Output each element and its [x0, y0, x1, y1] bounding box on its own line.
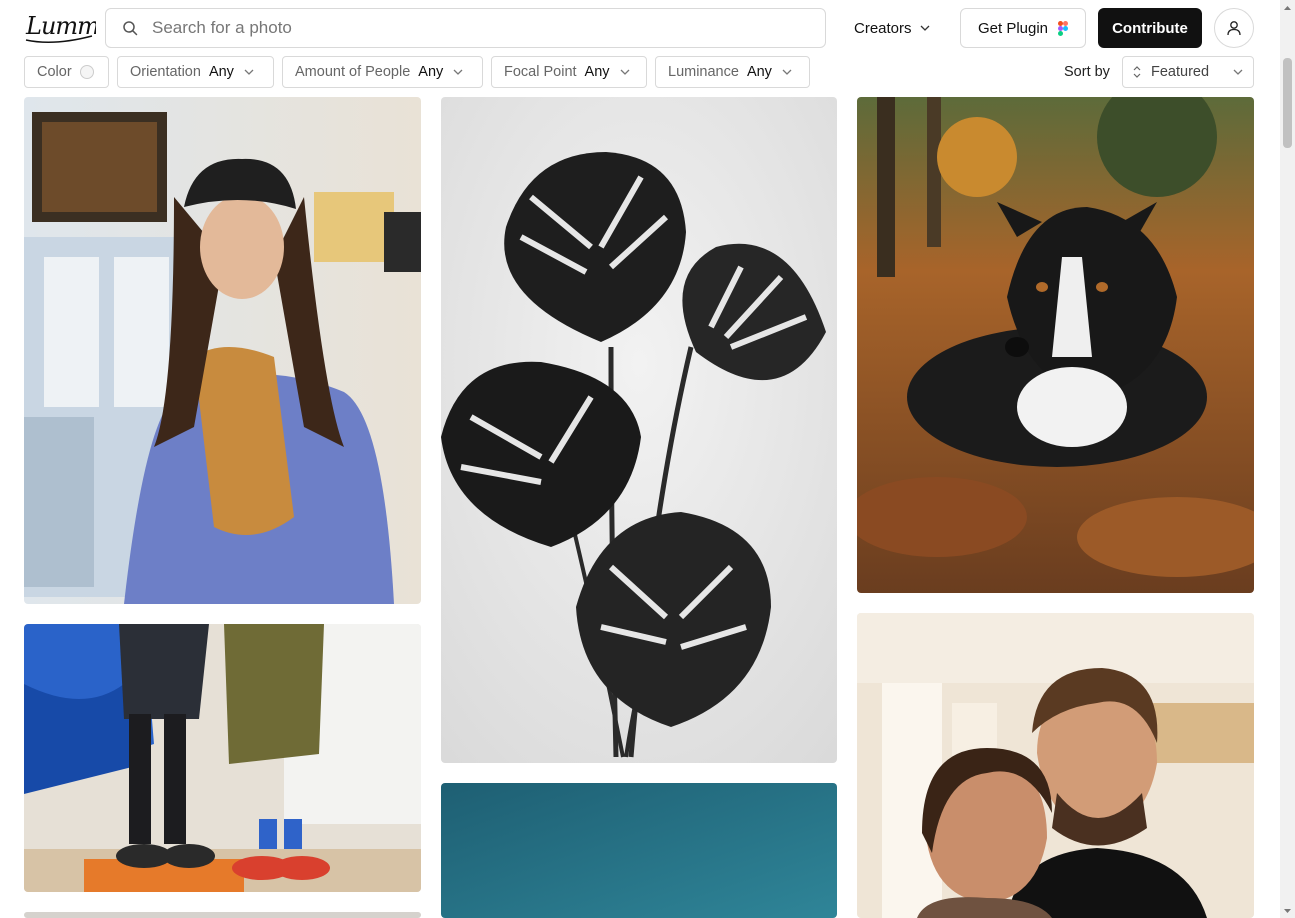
color-filter[interactable]: Color [24, 56, 109, 88]
sort-by-label: Sort by [1064, 64, 1110, 80]
chevron-down-icon [920, 25, 929, 31]
chevron-down-icon [782, 69, 792, 75]
figma-icon [1058, 20, 1069, 36]
luminance-filter-label: Luminance [668, 64, 739, 80]
svg-text:Lummi: Lummi [25, 12, 96, 40]
account-button[interactable] [1214, 8, 1254, 48]
contribute-label: Contribute [1112, 19, 1188, 37]
border-collie-autumn-photo[interactable] [857, 97, 1254, 593]
lummi-logo-wordmark: Lummi [25, 12, 96, 43]
amount-of-people-filter[interactable]: Amount of People Any [282, 56, 483, 88]
two-people-boots-image [24, 624, 421, 892]
border-collie-image [857, 97, 1254, 593]
chevron-down-icon [620, 69, 630, 75]
teal-gradient-photo[interactable] [441, 783, 837, 918]
get-plugin-button[interactable]: Get Plugin [960, 8, 1086, 48]
triangle-up-icon [1284, 5, 1291, 10]
page-scrollbar[interactable] [1280, 0, 1295, 918]
orientation-filter-label: Orientation [130, 64, 201, 80]
creators-label: Creators [854, 19, 912, 37]
orientation-filter[interactable]: Orientation Any [117, 56, 274, 88]
chevron-down-icon [244, 69, 254, 75]
search-input[interactable] [152, 18, 792, 38]
couple-portrait-image [857, 613, 1254, 918]
scroll-up-arrow[interactable] [1280, 0, 1295, 15]
focal-filter-value: Any [584, 64, 610, 80]
focal-point-filter[interactable]: Focal Point Any [491, 56, 647, 88]
people-filter-label: Amount of People [295, 64, 411, 80]
get-plugin-label: Get Plugin [977, 19, 1049, 37]
color-filter-label: Color [37, 64, 72, 80]
teal-gradient-image [441, 783, 837, 918]
girl-in-hoodie-photo[interactable] [24, 97, 421, 604]
top-header: Lummi Creators Get Plugin Contribute [0, 0, 1280, 56]
triangle-down-icon [1284, 908, 1291, 913]
creators-dropdown[interactable]: Creators [842, 8, 942, 48]
partial-photo-bottom[interactable] [24, 912, 421, 918]
search-bar[interactable] [105, 8, 826, 48]
focal-filter-label: Focal Point [504, 64, 577, 80]
sort-value: Featured [1151, 64, 1210, 80]
luminance-filter[interactable]: Luminance Any [655, 56, 810, 88]
partial-photo-image [24, 912, 421, 918]
sort-select[interactable]: Featured [1122, 56, 1254, 88]
user-icon [1227, 21, 1241, 36]
search-icon [123, 21, 138, 36]
luminance-filter-value: Any [746, 64, 772, 80]
monstera-leaves-image [441, 97, 837, 763]
people-filter-value: Any [418, 64, 444, 80]
scroll-down-arrow[interactable] [1280, 903, 1295, 918]
chevron-down-icon [453, 69, 463, 75]
chevron-down-icon [1233, 69, 1243, 75]
two-people-boots-photo[interactable] [24, 624, 421, 892]
sort-updown-icon [1133, 66, 1141, 78]
color-swatch-icon [79, 65, 94, 79]
orientation-filter-value: Any [208, 64, 234, 80]
monstera-leaves-photo[interactable] [441, 97, 837, 763]
filter-bar: Color Orientation Any Amount of People A… [0, 56, 1280, 88]
girl-in-hoodie-image [24, 97, 421, 604]
contribute-button[interactable]: Contribute [1098, 8, 1202, 48]
lummi-logo[interactable]: Lummi [24, 10, 96, 46]
couple-portrait-photo[interactable] [857, 613, 1254, 918]
scroll-thumb[interactable] [1283, 58, 1292, 148]
